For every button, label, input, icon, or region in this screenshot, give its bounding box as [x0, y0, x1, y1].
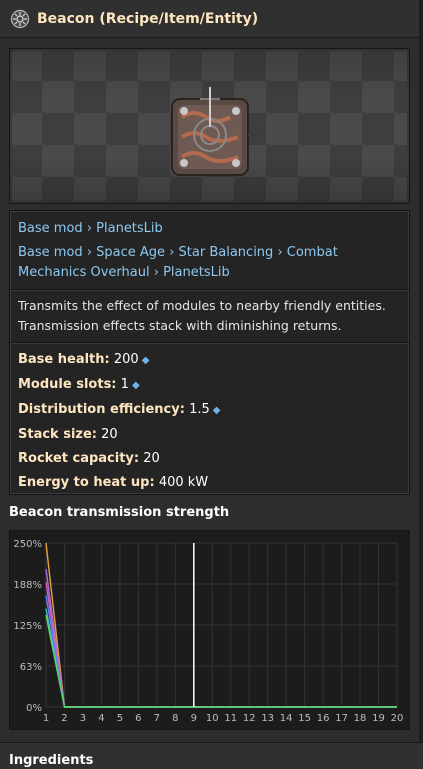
breadcrumb-link[interactable]: Base mod: [18, 221, 83, 236]
y-tick-label: 63%: [20, 662, 42, 673]
stat-label: Rocket capacity:: [18, 451, 140, 466]
breadcrumb-link[interactable]: Space Age: [96, 245, 165, 260]
x-tick-label: 8: [172, 713, 178, 724]
x-tick-label: 16: [317, 713, 330, 724]
page-title: Beacon (Recipe/Item/Entity): [37, 10, 259, 27]
breadcrumb-link[interactable]: Star Balancing: [179, 245, 274, 260]
x-tick-label: 2: [61, 713, 67, 724]
entity-preview: [9, 48, 410, 204]
x-tick-label: 9: [191, 713, 197, 724]
stat-value: 1.5: [189, 402, 210, 417]
breadcrumb-separator: ›: [277, 245, 283, 260]
description-line: Transmission effects stack with diminish…: [18, 318, 342, 333]
x-tick-label: 17: [335, 713, 348, 724]
x-tick-label: 20: [391, 713, 404, 724]
x-tick-label: 15: [298, 713, 311, 724]
breadcrumb-separator: ›: [169, 245, 175, 260]
breadcrumb: Base mod › Space Age › Star Balancing › …: [18, 243, 401, 283]
stat-value: 20: [143, 451, 160, 466]
breadcrumb-separator: ›: [86, 245, 93, 260]
breadcrumb-separator: ›: [86, 221, 93, 236]
stat-value: 1: [120, 377, 129, 392]
breadcrumb-link[interactable]: PlanetsLib: [163, 265, 230, 280]
stat-row: Energy to heat up: 400 kW: [18, 471, 401, 495]
y-tick-label: 188%: [13, 580, 42, 591]
y-tick-label: 250%: [13, 539, 42, 550]
stat-value: 400 kW: [158, 475, 209, 490]
stat-row: Distribution efficiency: 1.5 ◆: [18, 398, 401, 423]
stat-label: Energy to heat up:: [18, 475, 155, 490]
breadcrumb-link[interactable]: PlanetsLib: [96, 221, 163, 236]
stat-label: Distribution efficiency:: [18, 402, 185, 417]
x-tick-label: 14: [280, 713, 293, 724]
x-tick-label: 3: [80, 713, 86, 724]
series-line: [45, 608, 397, 708]
ingredients-heading: Ingredients: [9, 753, 94, 768]
stat-label: Module slots:: [18, 377, 117, 392]
diamond-icon: ◆: [131, 380, 140, 391]
beacon-image: [171, 87, 260, 176]
series-line: [45, 595, 397, 708]
ingredients-bar[interactable]: Ingredients: [0, 742, 423, 769]
stat-row: Base health: 200 ◆: [18, 348, 401, 373]
series-line: [45, 615, 397, 708]
x-tick-label: 6: [135, 713, 141, 724]
x-tick-label: 11: [224, 713, 237, 724]
series-line: [45, 582, 397, 708]
breadcrumb: Base mod › PlanetsLib: [18, 219, 401, 239]
stat-label: Base health:: [18, 352, 110, 367]
stat-row: Stack size: 20: [18, 423, 401, 447]
stat-label: Stack size:: [18, 427, 98, 442]
y-tick-label: 125%: [13, 621, 42, 632]
scrollbar-track[interactable]: [419, 0, 423, 769]
x-tick-label: 5: [117, 713, 123, 724]
transmission-chart: 0% 63% 125% 188% 250% 1 2 3 4 5 6 7 8 9 10 11 12 13 14 15 16…: [9, 530, 410, 730]
stat-value: 20: [101, 427, 118, 442]
stat-row: Rocket capacity: 20: [18, 447, 401, 471]
y-tick-label: 0%: [26, 703, 42, 714]
title-bar: Beacon (Recipe/Item/Entity): [0, 0, 423, 38]
x-tick-label: 18: [354, 713, 367, 724]
info-panel: Base mod › PlanetsLib Base mod › Space A…: [9, 210, 410, 495]
gear-icon[interactable]: [9, 8, 31, 30]
diamond-icon: ◆: [212, 405, 221, 416]
stat-value: 200: [113, 352, 139, 367]
stat-row: Module slots: 1 ◆: [18, 373, 401, 398]
breadcrumb-link[interactable]: Base mod: [18, 245, 83, 260]
x-tick-label: 10: [206, 713, 219, 724]
x-tick-label: 13: [261, 713, 274, 724]
x-tick-label: 19: [372, 713, 385, 724]
x-tick-label: 4: [98, 713, 104, 724]
x-tick-label: 7: [154, 713, 160, 724]
chart-canvas: 0%63%125%188%250%1 2 3 4 5 6 7 8 9 10 11 12 13 14 15 16…: [13, 539, 404, 724]
diamond-icon: ◆: [141, 355, 150, 366]
series-line: [45, 569, 397, 708]
description-line: Transmits the effect of modules to nearb…: [18, 298, 386, 313]
x-tick-label: 1: [43, 713, 49, 724]
breadcrumb-separator: ›: [153, 265, 159, 280]
x-tick-label: 12: [243, 713, 256, 724]
chart-heading: Beacon transmission strength: [9, 505, 230, 520]
